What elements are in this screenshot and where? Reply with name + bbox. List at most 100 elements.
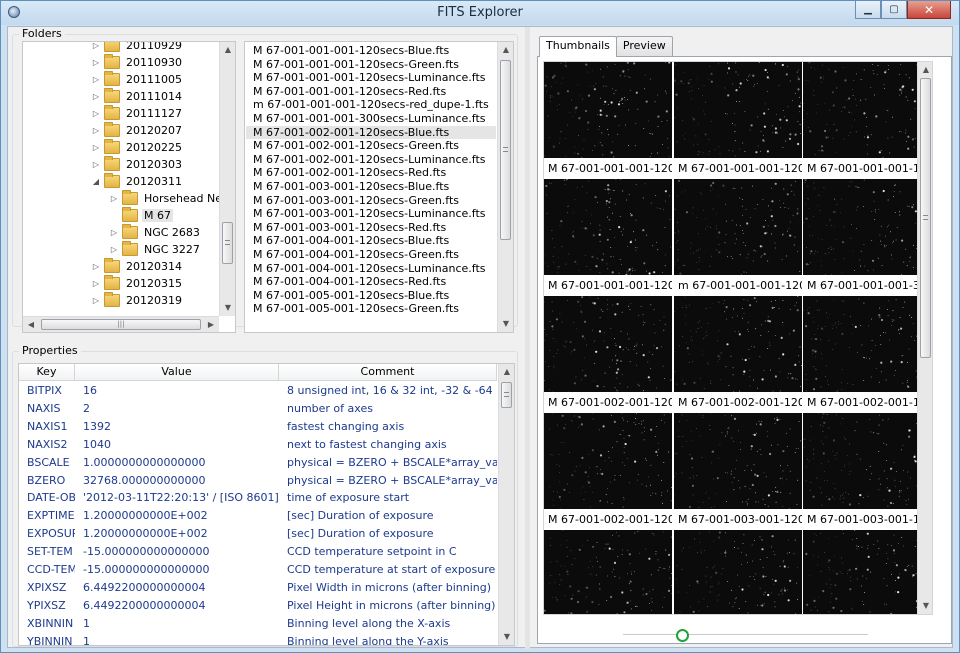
folder-tree-item[interactable]: ▷ 20120319: [91, 292, 184, 309]
folder-tree-item[interactable]: ▷ 20111005: [91, 71, 184, 88]
column-header-value[interactable]: Value: [75, 364, 279, 380]
expand-arrow-icon[interactable]: ▷: [109, 194, 119, 203]
file-list-vscroll-thumb[interactable]: [500, 60, 511, 240]
file-list-item[interactable]: M 67-001-003-001-120secs-Luminance.fts: [246, 207, 496, 221]
thumbnail-item[interactable]: M 67-001-001-001-120sec: [544, 62, 672, 179]
property-row[interactable]: SET-TEM -15.000000000000000 CCD temperatur…: [19, 543, 497, 561]
folder-tree-item[interactable]: ▷ NGC 2683: [109, 224, 202, 241]
thumbnail-vscroll-thumb[interactable]: [920, 78, 931, 358]
folder-tree-hscroll[interactable]: ◀ ||| ▶: [23, 316, 219, 332]
property-row[interactable]: BZERO 32768.000000000000 physical = BZERO …: [19, 472, 497, 490]
thumbnail-item[interactable]: M 67-001-002-001-120sec: [544, 413, 672, 530]
thumbnail-item[interactable]: M 67-001-001-001-120sec: [674, 62, 802, 179]
folder-tree-item[interactable]: ▷ 20111014: [91, 88, 184, 105]
scroll-down-icon[interactable]: ▼: [918, 598, 932, 614]
file-list-item[interactable]: M 67-001-001-001-120secs-Blue.fts: [246, 44, 496, 58]
scroll-up-icon[interactable]: ▲: [220, 42, 235, 58]
file-list-item[interactable]: M 67-001-001-001-120secs-Red.fts: [246, 85, 496, 99]
expanded-arrow-icon[interactable]: ◢: [91, 177, 101, 186]
folder-tree-item[interactable]: ▷ 20120314: [91, 258, 184, 275]
expand-arrow-icon[interactable]: ▷: [91, 279, 101, 288]
scroll-up-icon[interactable]: ▲: [499, 364, 514, 380]
folder-tree-item[interactable]: ▷ 20120315: [91, 275, 184, 292]
file-list-item[interactable]: M 67-001-005-001-120secs-Blue.fts: [246, 289, 496, 303]
folder-tree-vscroll[interactable]: ▲ ▼: [219, 42, 235, 316]
expand-arrow-icon[interactable]: ▷: [91, 126, 101, 135]
expand-arrow-icon[interactable]: ▷: [91, 262, 101, 271]
expand-arrow-icon[interactable]: ▷: [91, 109, 101, 118]
expand-arrow-icon[interactable]: ▷: [91, 296, 101, 305]
file-list-item[interactable]: M 67-001-004-001-120secs-Luminance.fts: [246, 262, 496, 276]
file-list-item[interactable]: M 67-001-002-001-120secs-Red.fts: [246, 166, 496, 180]
property-row[interactable]: EXPOSUR 1.20000000000E+002 [sec] Duration …: [19, 525, 497, 543]
scroll-down-icon[interactable]: ▼: [220, 300, 235, 316]
thumbnail-item[interactable]: M 67-001-002-001-120sec: [674, 296, 802, 413]
expand-arrow-icon[interactable]: ▷: [91, 92, 101, 101]
property-row[interactable]: BITPIX 16 8 unsigned int, 16 & 32 int, -32…: [19, 382, 497, 400]
thumbnail-vscroll[interactable]: ▲ ▼: [917, 62, 932, 614]
folder-tree-item[interactable]: ▷ 20120303: [91, 156, 184, 173]
file-list-item[interactable]: M 67-001-001-001-120secs-Luminance.fts: [246, 71, 496, 85]
file-list-item[interactable]: M 67-001-001-001-120secs-Green.fts: [246, 58, 496, 72]
folder-tree[interactable]: ▷ 20110929 ▷ 20110930 ▷ 20111005 ▷ 20111014 ▷ 201…: [22, 41, 236, 333]
folder-tree-item[interactable]: ▷ 20110929: [91, 42, 184, 54]
thumbnail-item[interactable]: M 67-001-002-001-120sec: [803, 296, 931, 413]
thumbnail-item[interactable]: M 67-001-003-001-120sec: [674, 413, 802, 530]
file-list-vscroll[interactable]: ▲ ▼: [497, 42, 513, 332]
expand-arrow-icon[interactable]: ▷: [91, 143, 101, 152]
close-button[interactable]: ✕: [907, 1, 951, 19]
property-row[interactable]: NAXIS1 1392 fastest changing axis: [19, 418, 497, 436]
folder-tree-item[interactable]: ◢ 20120311: [91, 173, 184, 190]
vertical-splitter[interactable]: [525, 27, 530, 649]
thumbnail-item[interactable]: [544, 530, 672, 614]
expand-arrow-icon[interactable]: ▷: [91, 42, 101, 50]
property-row[interactable]: XPIXSZ 6.4492200000000004 Pixel Width in m…: [19, 579, 497, 597]
property-row[interactable]: BSCALE 1.0000000000000000 physical = BZERO…: [19, 454, 497, 472]
thumbnail-item[interactable]: [803, 530, 931, 614]
thumbnail-item[interactable]: [674, 530, 802, 614]
scroll-up-icon[interactable]: ▲: [918, 62, 932, 78]
file-list-item[interactable]: M 67-001-002-001-120secs-Luminance.fts: [246, 153, 496, 167]
file-list-item[interactable]: M 67-001-003-001-120secs-Green.fts: [246, 194, 496, 208]
folder-tree-item[interactable]: ▷ 20120225: [91, 139, 184, 156]
file-list-item[interactable]: M 67-001-003-001-120secs-Red.fts: [246, 221, 496, 235]
thumbnail-item[interactable]: m 67-001-001-001-120sec: [674, 179, 802, 296]
folder-tree-item[interactable]: ▷ 20110930: [91, 54, 184, 71]
expand-arrow-icon[interactable]: ▷: [91, 160, 101, 169]
thumbnail-item[interactable]: M 67-001-002-001-120sec: [544, 296, 672, 413]
zoom-slider-knob[interactable]: [676, 629, 689, 642]
scroll-up-icon[interactable]: ▲: [498, 42, 513, 58]
scroll-down-icon[interactable]: ▼: [498, 316, 513, 332]
file-list-item[interactable]: M 67-001-004-001-120secs-Red.fts: [246, 275, 496, 289]
folder-tree-item[interactable]: ▷ Horsehead Nebu: [109, 190, 235, 207]
column-header-comment[interactable]: Comment: [279, 364, 497, 380]
folder-tree-item[interactable]: ▷ 20111127: [91, 105, 184, 122]
expand-arrow-icon[interactable]: ▷: [91, 58, 101, 67]
minimize-button[interactable]: ▁: [855, 1, 881, 19]
expand-arrow-icon[interactable]: ▷: [109, 228, 119, 237]
file-list[interactable]: M 67-001-001-001-120secs-Blue.fts M 67-00…: [244, 41, 514, 333]
folder-tree-vscroll-thumb[interactable]: [222, 222, 233, 264]
properties-table[interactable]: Key Value Comment BITPIX 16 8 unsigned int…: [18, 363, 515, 646]
property-row[interactable]: XBINNIN 1 Binning level along the X-axis: [19, 615, 497, 633]
property-row[interactable]: NAXIS 2 number of axes: [19, 400, 497, 418]
scroll-down-icon[interactable]: ▼: [499, 629, 514, 645]
expand-arrow-icon[interactable]: ▷: [91, 75, 101, 84]
folder-tree-hscroll-thumb[interactable]: |||: [41, 319, 201, 330]
property-row[interactable]: YPIXSZ 6.4492200000000004 Pixel Height in …: [19, 597, 497, 615]
file-list-item[interactable]: m 67-001-001-001-120secs-red_dupe-1.fts: [246, 98, 496, 112]
maximize-button[interactable]: ▢: [881, 1, 907, 19]
folder-tree-item[interactable]: ▷ 20120207: [91, 122, 184, 139]
thumbnail-item[interactable]: M 67-001-001-001-120sec: [803, 62, 931, 179]
folder-tree-item[interactable]: M 67: [109, 207, 173, 224]
folder-tree-item[interactable]: ▷ NGC 3227: [109, 241, 202, 258]
property-row[interactable]: CCD-TEM -15.000000000000000 CCD temperatur…: [19, 561, 497, 579]
tab-preview[interactable]: Preview: [615, 36, 673, 56]
file-list-item[interactable]: M 67-001-003-001-120secs-Blue.fts: [246, 180, 496, 194]
properties-vscroll[interactable]: ▲ ▼: [498, 364, 514, 645]
file-list-item[interactable]: M 67-001-001-001-300secs-Luminance.fts: [246, 112, 496, 126]
properties-vscroll-thumb[interactable]: [501, 382, 512, 408]
file-list-item[interactable]: M 67-001-004-001-120secs-Blue.fts: [246, 234, 496, 248]
tab-thumbnails[interactable]: Thumbnails: [539, 36, 617, 57]
thumbnail-grid[interactable]: M 67-001-001-001-120sec M 67-001-001-001-…: [543, 61, 933, 615]
